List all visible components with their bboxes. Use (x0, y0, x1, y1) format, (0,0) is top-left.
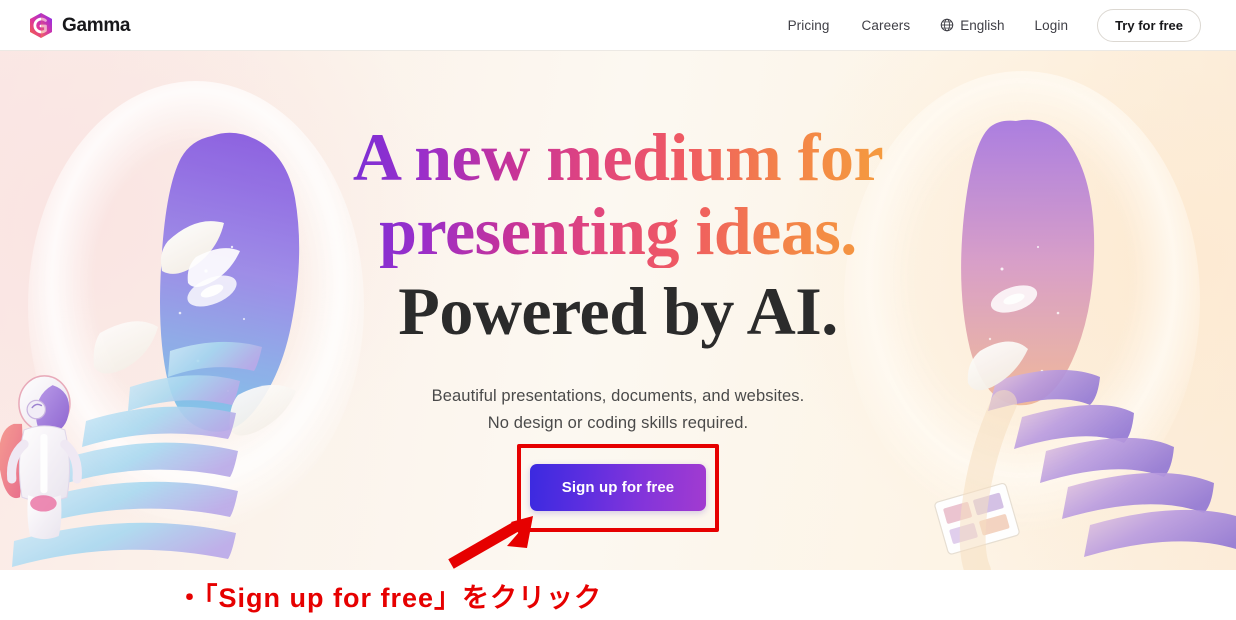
nav-link-careers[interactable]: Careers (846, 12, 927, 39)
hero-content: A new medium for presenting ideas. Power… (0, 51, 1236, 570)
headline-line-1: A new medium for (352, 119, 884, 195)
cta-area: Sign up for free (517, 443, 719, 532)
language-selector[interactable]: English (926, 12, 1018, 39)
sign-up-for-free-button[interactable]: Sign up for free (529, 464, 707, 511)
nav-link-pricing[interactable]: Pricing (772, 12, 846, 39)
gamma-hexagon-logo-icon (30, 12, 52, 38)
subtitle-line-1: Beautiful presentations, documents, and … (431, 387, 805, 405)
annotation-caption-text: ・「Sign up for free」をクリック (176, 582, 603, 613)
top-navigation-bar: Gamma Pricing Careers English Login Try … (0, 0, 1236, 51)
brand-logo[interactable]: Gamma (29, 12, 131, 38)
try-for-free-button[interactable]: Try for free (1097, 8, 1201, 42)
subtitle-line-2: No design or coding skills required. (487, 414, 749, 432)
language-label: English (960, 17, 1005, 33)
hero-subtitle: Beautiful presentations, documents, and … (432, 383, 805, 437)
headline-line-2: presenting ideas. (353, 194, 883, 268)
hero-headline: A new medium for presenting ideas. Power… (352, 119, 884, 349)
brand-name: Gamma (62, 14, 131, 36)
nav-right-group: Pricing Careers English Login Try for fr… (772, 8, 1201, 42)
annotation-caption-bar: ・「Sign up for free」をクリック (0, 570, 1236, 620)
headline-line-3: Powered by AI. (398, 273, 838, 349)
gamma-landing-page: Gamma Pricing Careers English Login Try … (0, 0, 1236, 620)
globe-icon (940, 18, 954, 32)
hero-section: A new medium for presenting ideas. Power… (0, 51, 1236, 570)
nav-link-login[interactable]: Login (1019, 12, 1085, 39)
